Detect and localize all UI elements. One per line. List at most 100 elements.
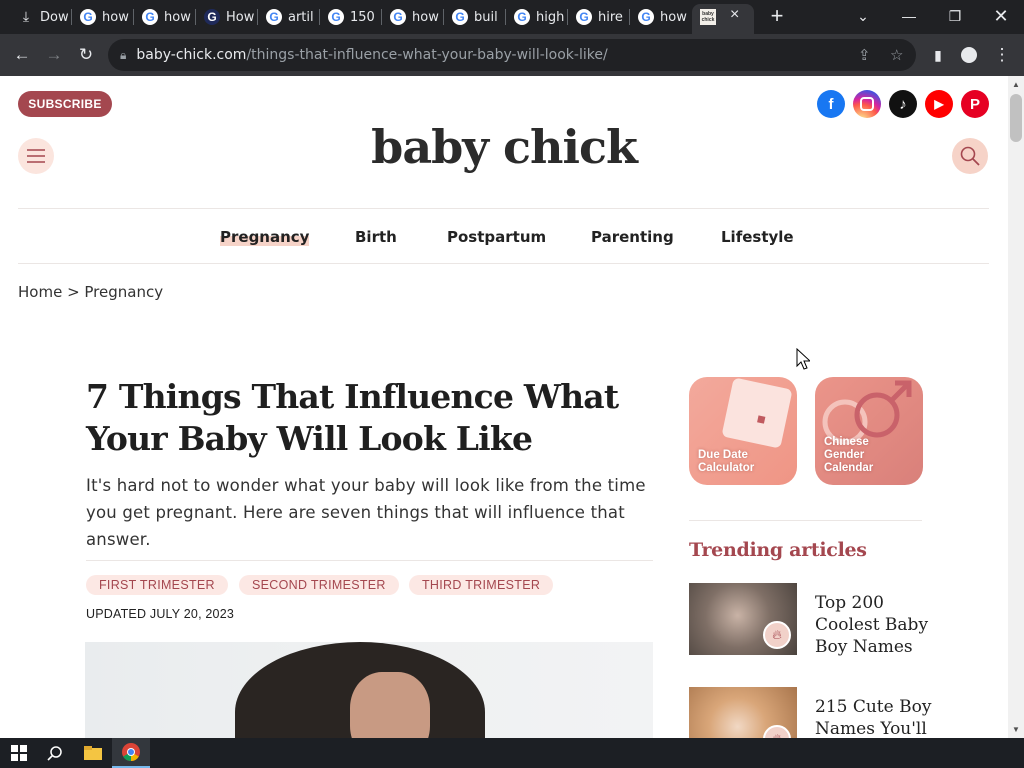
nav-item-postpartum[interactable]: Postpartum: [447, 228, 546, 246]
breadcrumb[interactable]: Home > Pregnancy: [18, 283, 163, 301]
browser-tab[interactable]: G buil: [446, 5, 498, 29]
restore-icon[interactable]: ❐: [932, 0, 978, 32]
minimize-icon[interactable]: —: [886, 0, 932, 32]
tab-search-icon[interactable]: ⌄: [840, 0, 886, 32]
fire-icon: 🔥︎: [763, 725, 791, 738]
nav-item-parenting[interactable]: Parenting: [591, 228, 674, 246]
browser-tab[interactable]: G How: [198, 5, 254, 29]
nav-item-lifestyle[interactable]: Lifestyle: [721, 228, 794, 246]
share-icon[interactable]: ⇪: [858, 46, 871, 64]
web-page: SUBSCRIBE f ♪ ▶ P baby chick Pregnancy B…: [0, 76, 1008, 738]
pinterest-icon[interactable]: P: [961, 90, 989, 118]
updated-date: UPDATED JULY 20, 2023: [86, 607, 235, 621]
browser-tab[interactable]: G artil: [260, 5, 314, 29]
scrollbar-thumb[interactable]: [1010, 94, 1022, 142]
new-tab-icon[interactable]: +: [766, 4, 788, 28]
site-logo[interactable]: baby chick: [340, 120, 668, 174]
chrome-taskbar-icon[interactable]: [112, 738, 150, 768]
tab-label: hire: [598, 9, 623, 25]
nav-divider: [18, 263, 989, 264]
tab-label: artil: [288, 9, 314, 25]
g-icon: G: [204, 9, 220, 25]
search-icon[interactable]: [36, 738, 74, 768]
tab-label: How: [226, 9, 255, 25]
trending-thumbnail[interactable]: 🔥︎: [689, 687, 797, 738]
bookmark-star-icon[interactable]: ☆: [890, 46, 903, 64]
chinese-gender-calendar-card[interactable]: Chinese Gender Calendar: [815, 377, 923, 485]
browser-tab[interactable]: G how: [632, 5, 687, 29]
tab-divider: [319, 9, 320, 25]
tab-divider: [71, 9, 72, 25]
chrome-menu-icon[interactable]: ⋮: [989, 42, 1015, 68]
tab-divider: [257, 9, 258, 25]
google-icon: G: [514, 9, 530, 25]
file-explorer-icon[interactable]: [74, 738, 112, 768]
youtube-icon[interactable]: ▶: [925, 90, 953, 118]
tag-chip[interactable]: FIRST TRIMESTER: [86, 575, 228, 595]
tab-divider: [195, 9, 196, 25]
trending-link[interactable]: 215 Cute Boy Names You'll: [815, 696, 935, 738]
tab-label: high: [536, 9, 565, 25]
scroll-up-icon[interactable]: ▲: [1012, 80, 1020, 89]
back-icon[interactable]: ←: [9, 42, 35, 68]
url-path: /things-that-influence-what-your-baby-wi…: [246, 47, 608, 63]
browser-tab[interactable]: ⤓ Dow: [12, 5, 69, 29]
windows-start-icon[interactable]: [0, 738, 38, 768]
tab-label: how: [660, 9, 687, 25]
tab-divider: [443, 9, 444, 25]
reload-icon[interactable]: ↻: [73, 42, 99, 68]
subscribe-button[interactable]: SUBSCRIBE: [18, 91, 112, 117]
trending-link[interactable]: Top 200 Coolest Baby Boy Names: [815, 592, 935, 658]
nav-item-pregnancy[interactable]: Pregnancy: [220, 228, 310, 246]
browser-tab[interactable]: G how: [384, 5, 439, 29]
mouse-cursor-icon: [796, 348, 810, 370]
tiktok-icon[interactable]: ♪: [889, 90, 917, 118]
tab-label: how: [164, 9, 191, 25]
article-title: 7 Things That Influence What Your Baby W…: [86, 377, 619, 458]
google-icon: G: [638, 9, 654, 25]
article-dek: It's hard not to wonder what your baby w…: [86, 476, 646, 549]
forward-icon[interactable]: →: [41, 42, 67, 68]
tab-label: buil: [474, 9, 498, 25]
hamburger-icon: [27, 149, 45, 163]
fire-icon: 🔥︎: [763, 621, 791, 649]
google-icon: G: [576, 9, 592, 25]
side-panel-icon[interactable]: ▮: [925, 42, 951, 68]
google-icon: G: [266, 9, 282, 25]
instagram-icon[interactable]: [853, 90, 881, 118]
address-bar[interactable]: 🔒︎ baby-chick.com/things-that-influence-…: [108, 39, 916, 71]
browser-tab[interactable]: G how: [136, 5, 191, 29]
tab-label: 150: [350, 9, 375, 25]
due-date-calculator-card[interactable]: Due Date Calculator: [689, 377, 797, 485]
browser-tab[interactable]: G hire: [570, 5, 623, 29]
search-button[interactable]: [952, 138, 988, 174]
tab-divider: [629, 9, 630, 25]
tab-label: Dow: [40, 9, 69, 25]
page-scrollbar[interactable]: ▲ ▼: [1008, 76, 1024, 738]
close-tab-icon[interactable]: ×: [730, 6, 739, 24]
google-icon: G: [390, 9, 406, 25]
close-window-icon[interactable]: ✕: [978, 0, 1024, 32]
tag-chip[interactable]: SECOND TRIMESTER: [239, 575, 399, 595]
windows-taskbar: [0, 738, 1024, 768]
trending-heading: Trending articles: [689, 539, 867, 561]
download-icon: ⤓: [22, 9, 30, 25]
tool-label: Due Date Calculator: [698, 449, 755, 474]
scroll-down-icon[interactable]: ▼: [1012, 725, 1020, 734]
tab-divider: [133, 9, 134, 25]
browser-tab-strip: ⤓ Dow G how G how G How G artil G 150 G …: [0, 0, 1024, 34]
browser-tab[interactable]: G high: [508, 5, 564, 29]
browser-tab[interactable]: G 150: [322, 5, 375, 29]
profile-icon[interactable]: [956, 42, 982, 68]
facebook-icon[interactable]: f: [817, 90, 845, 118]
lock-icon: 🔒︎: [120, 47, 127, 62]
nav-item-birth[interactable]: Birth: [355, 228, 397, 246]
browser-tab[interactable]: G how: [74, 5, 129, 29]
hero-image: [85, 642, 653, 738]
baby-chick-favicon: baby chick: [700, 9, 716, 25]
tag-chip[interactable]: THIRD TRIMESTER: [409, 575, 554, 595]
sidebar-divider: [689, 520, 922, 521]
active-browser-tab[interactable]: baby chick ×: [692, 4, 754, 34]
hamburger-menu-button[interactable]: [18, 138, 54, 174]
trending-thumbnail[interactable]: 🔥︎: [689, 583, 797, 655]
